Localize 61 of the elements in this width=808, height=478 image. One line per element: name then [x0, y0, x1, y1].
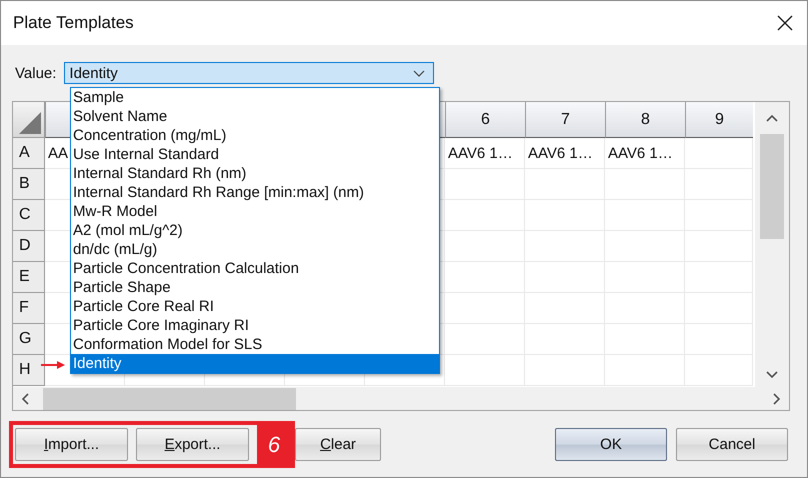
table-cell[interactable] [445, 293, 525, 324]
dropdown-option[interactable]: Solvent Name [71, 107, 439, 126]
table-cell[interactable] [445, 169, 525, 200]
arrow-icon [41, 361, 65, 369]
scroll-up-icon[interactable] [766, 114, 778, 122]
scroll-right-icon[interactable] [773, 392, 781, 404]
select-all-corner[interactable] [13, 102, 45, 138]
window-title: Plate Templates [13, 13, 134, 33]
column-header-label: 6 [481, 110, 490, 128]
column-header[interactable]: 7 [525, 102, 605, 138]
column-header[interactable]: 8 [605, 102, 685, 138]
row-header[interactable]: H [13, 355, 45, 386]
step-number-badge: 6 [257, 425, 291, 464]
table-cell[interactable] [445, 200, 525, 231]
dropdown-option[interactable]: Internal Standard Rh Range [min:max] (nm) [71, 183, 439, 202]
dropdown-option[interactable]: Use Internal Standard [71, 145, 439, 164]
dropdown-option[interactable]: Particle Core Imaginary RI [71, 316, 439, 335]
value-dropdown[interactable]: Identity [64, 62, 434, 84]
dropdown-option[interactable]: Particle Core Real RI [71, 297, 439, 316]
table-cell[interactable] [445, 231, 525, 262]
dropdown-option[interactable]: A2 (mol mL/g^2) [71, 221, 439, 240]
dropdown-option[interactable]: Sample [71, 88, 439, 107]
table-cell[interactable] [445, 262, 525, 293]
dropdown-option[interactable]: Identity [71, 354, 439, 373]
table-cell[interactable] [445, 355, 525, 386]
dialog-button[interactable]: Cancel [676, 428, 788, 461]
table-cell[interactable] [685, 138, 753, 169]
dropdown-option[interactable]: Particle Shape [71, 278, 439, 297]
column-header-label: 7 [561, 110, 570, 128]
row-header[interactable]: C [13, 200, 45, 231]
dropdown-option[interactable]: Particle Concentration Calculation [71, 259, 439, 278]
dropdown-option[interactable]: Internal Standard Rh (nm) [71, 164, 439, 183]
column-header-label: 9 [715, 110, 724, 128]
row-header[interactable]: F [13, 293, 45, 324]
value-label: Value: [15, 64, 56, 82]
row-header[interactable]: E [13, 262, 45, 293]
row-header[interactable]: G [13, 324, 45, 355]
row-header[interactable]: A [13, 138, 45, 169]
dropdown-option[interactable]: Mw-R Model [71, 202, 439, 221]
row-header[interactable]: D [13, 231, 45, 262]
dialog-button[interactable]: OK [555, 428, 667, 461]
clear-button[interactable]: Clear [295, 428, 381, 461]
column-header-label: 8 [641, 110, 650, 128]
close-icon[interactable] [777, 15, 793, 31]
dropdown-option[interactable]: Concentration (mg/mL) [71, 126, 439, 145]
horizontal-scrollbar[interactable] [13, 387, 789, 410]
table-cell[interactable] [445, 324, 525, 355]
column-header[interactable]: 9 [685, 102, 753, 138]
dialog-button[interactable]: Import... [15, 428, 128, 461]
table-cell[interactable]: AAV6 1… [445, 138, 525, 169]
scroll-left-icon[interactable] [21, 392, 29, 404]
row-header[interactable]: B [13, 169, 45, 200]
dropdown-option[interactable]: Conformation Model for SLS [71, 335, 439, 354]
scroll-down-icon[interactable] [766, 371, 778, 379]
dialog-button[interactable]: Export... [136, 428, 249, 461]
table-cell[interactable]: AAV6 1… [605, 138, 685, 169]
table-cell[interactable]: AAV6 1… [525, 138, 605, 169]
vertical-scrollbar[interactable] [755, 102, 789, 387]
dropdown-option[interactable]: dn/dc (mL/g) [71, 240, 439, 259]
chevron-down-icon [413, 70, 426, 76]
column-header[interactable]: 6 [445, 102, 525, 138]
